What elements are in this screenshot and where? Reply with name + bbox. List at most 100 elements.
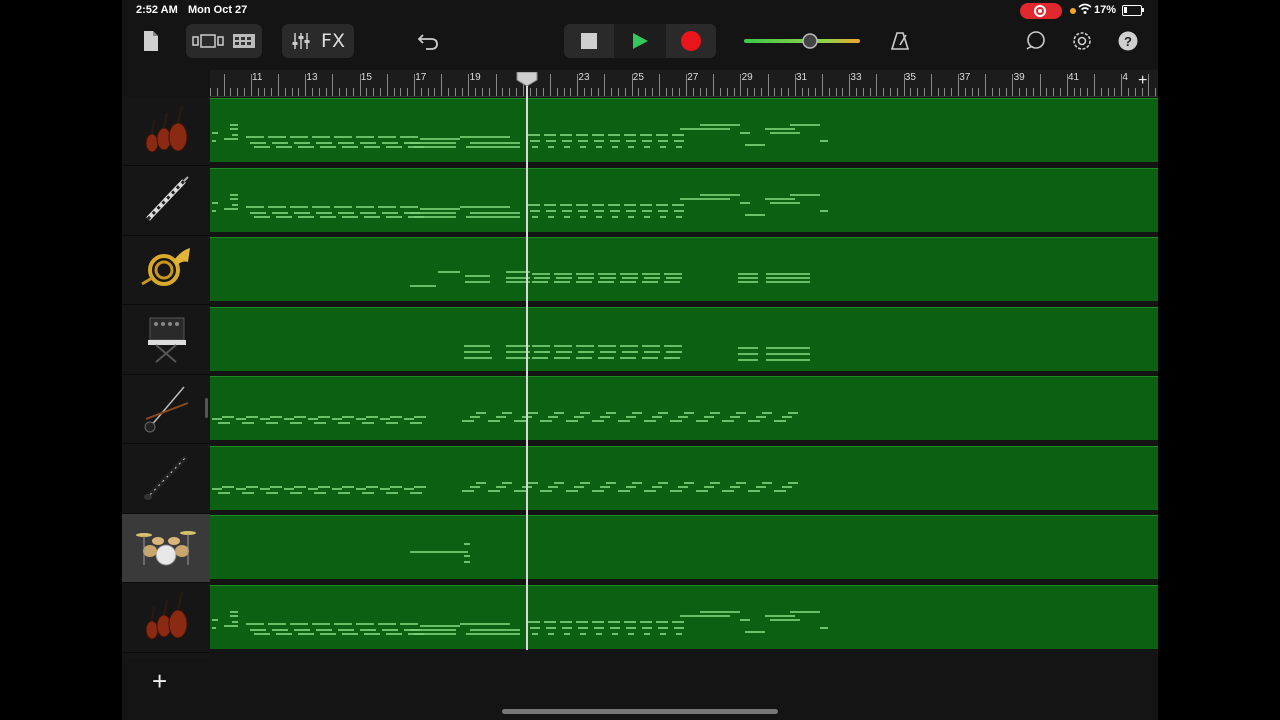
ruler-tick — [1094, 74, 1095, 96]
bar-ruler[interactable]: 111315171921232527293133353739414 — [210, 70, 1158, 97]
master-volume-slider[interactable] — [742, 24, 862, 58]
track-region-erhu[interactable] — [210, 376, 1158, 440]
ruler-tick — [1107, 88, 1109, 96]
ruler-tick — [1100, 88, 1102, 96]
ruler-tick — [890, 88, 891, 96]
ruler-tick — [271, 88, 273, 96]
track-region-strings[interactable] — [210, 98, 1158, 162]
ruler-bar-label: 41 — [1068, 72, 1080, 83]
midi-notes — [410, 543, 470, 563]
ruler-tick — [536, 88, 538, 96]
undo-icon[interactable] — [416, 24, 440, 58]
ruler-tick — [815, 88, 817, 96]
ruler-tick — [495, 74, 497, 96]
add-track-button[interactable]: + — [152, 666, 167, 697]
ruler-tick — [373, 88, 375, 96]
view-toggle-icon[interactable] — [192, 33, 226, 49]
ruler-tick — [1066, 74, 1068, 96]
track-header-erhu[interactable] — [122, 375, 210, 444]
letterbox-left — [0, 0, 122, 720]
ruler-tick — [400, 88, 402, 96]
ruler-bar-label: 15 — [360, 72, 372, 83]
track-header-strings-2[interactable] — [122, 584, 210, 653]
metronome-icon[interactable] — [888, 24, 912, 58]
ruler-bar-label: 33 — [850, 72, 862, 83]
ruler-bar-label: 29 — [741, 72, 753, 83]
strings-icon — [138, 101, 194, 162]
midi-notes — [212, 412, 798, 424]
document-icon[interactable] — [140, 24, 162, 58]
ruler-tick — [842, 88, 844, 96]
ruler-tick — [1155, 88, 1157, 96]
ruler-tick — [556, 88, 558, 96]
ruler-tick — [414, 74, 415, 96]
play-button[interactable] — [614, 24, 666, 58]
ruler-tick — [767, 74, 769, 96]
transport-group — [564, 24, 716, 58]
battery-icon — [1122, 5, 1144, 16]
ruler-tick — [468, 74, 470, 96]
ruler-tick — [380, 88, 381, 96]
ruler-tick — [658, 74, 660, 96]
mixer-icon[interactable] — [291, 31, 311, 51]
help-icon[interactable]: ? — [1116, 24, 1140, 58]
ruler-bar-label: 31 — [796, 72, 808, 83]
add-section-button[interactable]: + — [1138, 72, 1147, 90]
ruler-tick — [318, 88, 320, 96]
ruler-tick — [454, 88, 456, 96]
fx-button[interactable]: FX — [321, 30, 345, 52]
ruler-tick — [1080, 88, 1082, 96]
settings-icon[interactable] — [1070, 24, 1094, 58]
ruler-tick — [638, 88, 640, 96]
stop-icon — [581, 33, 597, 49]
ruler-tick — [794, 74, 796, 96]
ruler-tick — [284, 88, 286, 96]
ruler-tick — [611, 88, 613, 96]
record-button[interactable] — [666, 24, 716, 58]
ruler-bar-label: 17 — [415, 72, 427, 83]
record-icon — [681, 31, 701, 51]
bassoon-icon — [138, 171, 194, 232]
ruler-tick — [665, 88, 667, 96]
ruler-tick — [903, 74, 905, 96]
loop-icon[interactable] — [1024, 24, 1048, 58]
ruler-tick — [563, 88, 565, 96]
tracks-view-icon[interactable] — [232, 33, 256, 49]
track-header-drums[interactable] — [122, 514, 210, 583]
status-time: 2:52 AM — [136, 4, 178, 16]
track-region-bassoon[interactable] — [210, 168, 1158, 232]
ruler-tick — [1134, 88, 1136, 96]
ruler-tick — [869, 88, 871, 96]
ruler-tick — [244, 88, 245, 96]
screen-recording-indicator[interactable] — [1020, 3, 1062, 19]
ruler-tick — [699, 88, 701, 96]
ruler-tick — [427, 88, 429, 96]
midi-notes — [212, 611, 828, 635]
ruler-tick — [1039, 74, 1041, 96]
ruler-tick — [618, 88, 619, 96]
playhead[interactable] — [526, 80, 528, 650]
status-bar: 2:52 AM Mon Oct 27 17% — [122, 0, 1158, 22]
track-header-strings[interactable] — [122, 97, 210, 166]
playhead-handle[interactable] — [516, 72, 538, 86]
ruler-tick — [849, 74, 851, 96]
track-header-oboe[interactable] — [122, 445, 210, 514]
track-header-resize-handle[interactable] — [205, 398, 208, 418]
ruler-tick — [441, 74, 443, 96]
ruler-tick — [645, 88, 647, 96]
track-header-synth[interactable] — [122, 306, 210, 375]
track-region-strings-2[interactable] — [210, 585, 1158, 649]
ruler-tick — [1005, 88, 1007, 96]
track-region-drums[interactable] — [210, 515, 1158, 579]
ruler-tick — [1128, 88, 1129, 96]
track-region-synth[interactable] — [210, 307, 1158, 371]
ruler-tick — [1073, 88, 1075, 96]
track-header-french-horn[interactable] — [122, 236, 210, 305]
track-region-oboe[interactable] — [210, 446, 1158, 510]
ruler-bar-label: 23 — [578, 72, 590, 83]
ruler-tick — [332, 74, 334, 96]
track-header-bassoon[interactable] — [122, 167, 210, 236]
ruler-tick — [543, 88, 545, 96]
track-region-french-horn[interactable] — [210, 237, 1158, 301]
stop-button[interactable] — [564, 24, 614, 58]
